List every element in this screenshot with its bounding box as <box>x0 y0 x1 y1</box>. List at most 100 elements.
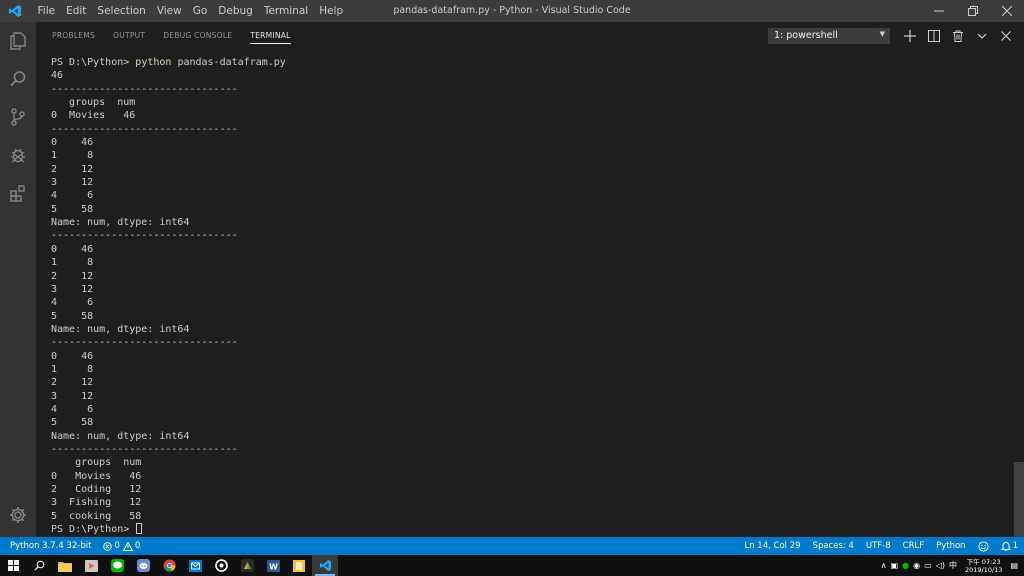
action-center-icon[interactable]: ▤ <box>1010 561 1018 570</box>
search-button[interactable] <box>0 60 36 98</box>
terminal-line: 2 12 <box>51 377 94 389</box>
python-interpreter[interactable]: Python 3.7.4 32-bit <box>10 541 91 551</box>
taskbar-vscode[interactable] <box>312 555 338 576</box>
mail-icon <box>188 559 202 572</box>
encoding[interactable]: UTF-8 <box>866 541 891 551</box>
debug-icon <box>11 148 25 163</box>
clock-time: 下午 07:23 <box>966 557 1001 566</box>
chrome-icon <box>162 559 176 572</box>
menu-bar: File Edit Selection View Go Debug Termin… <box>32 0 349 22</box>
taskbar-mail[interactable] <box>182 555 208 576</box>
menu-terminal[interactable]: Terminal <box>258 0 313 22</box>
manage-settings-button[interactable] <box>0 497 36 533</box>
problems-summary[interactable]: 0 0 <box>103 541 140 551</box>
volume-icon[interactable]: ◁) <box>936 561 945 570</box>
tab-problems[interactable]: PROBLEMS <box>52 22 95 49</box>
source-control-button[interactable] <box>0 98 36 136</box>
menu-file[interactable]: File <box>32 0 61 22</box>
minimize-button[interactable] <box>922 0 956 22</box>
split-terminal-button[interactable] <box>922 26 946 46</box>
terminal-line: 2 12 <box>51 163 94 175</box>
terminal-line: 3 12 <box>51 390 94 402</box>
taskbar-file-explorer[interactable] <box>52 555 78 576</box>
terminal-final-prompt-line: PS D:\Python> <box>51 523 1001 536</box>
chevron-up-icon[interactable]: ∧ <box>881 561 887 570</box>
tab-debug-console[interactable]: DEBUG CONSOLE <box>163 22 232 49</box>
notifications-button[interactable]: 1 <box>1000 541 1018 551</box>
terminal-line: groups num <box>51 97 136 109</box>
taskbar-line-app[interactable] <box>104 555 130 576</box>
word-icon: W <box>266 559 280 572</box>
line-chat-icon <box>110 559 124 572</box>
menu-selection[interactable]: Selection <box>92 0 151 22</box>
terminal-line: 0 46 <box>51 137 94 149</box>
tray-app-icon[interactable]: ▣ <box>891 561 899 570</box>
terminal-line: 5 58 <box>51 417 94 429</box>
windows-logo-icon <box>7 560 19 571</box>
kill-terminal-button[interactable] <box>946 26 970 46</box>
menu-edit[interactable]: Edit <box>61 0 92 22</box>
warning-count: 0 <box>134 541 141 551</box>
tab-terminal[interactable]: TERMINAL <box>250 22 291 49</box>
split-icon <box>928 29 940 42</box>
activity-bar <box>0 22 36 537</box>
trash-icon <box>953 30 963 42</box>
new-terminal-button[interactable] <box>898 26 922 46</box>
terminal-scrollbar[interactable] <box>1014 462 1024 537</box>
source-control-icon <box>11 108 25 126</box>
explorer-button[interactable] <box>0 22 36 60</box>
close-window-button[interactable] <box>990 0 1024 22</box>
taskbar-search-button[interactable] <box>26 555 52 576</box>
start-button[interactable] <box>0 555 26 576</box>
menu-debug[interactable]: Debug <box>213 0 259 22</box>
terminal-output[interactable]: PS D:\Python> python pandas-datafram.py … <box>51 56 1001 536</box>
terminal-command: python <box>135 57 172 68</box>
terminal-prompt: PS D:\Python> <box>51 57 136 68</box>
error-icon <box>103 541 113 551</box>
terminal-select[interactable]: 1: powershell ▼ <box>768 27 890 44</box>
taskbar-chrome[interactable] <box>156 555 182 576</box>
cursor-position[interactable]: Ln 14, Col 29 <box>744 541 800 551</box>
extensions-button[interactable] <box>0 174 36 212</box>
feedback-button[interactable] <box>978 540 989 552</box>
terminal-line: 2 12 <box>51 270 94 282</box>
terminal-line: ------------------------------- <box>51 443 238 455</box>
svg-text:W: W <box>269 562 278 571</box>
terminal-final-prompt: PS D:\Python> <box>51 524 136 536</box>
taskbar-media-player[interactable] <box>78 555 104 576</box>
close-panel-button[interactable] <box>994 26 1018 46</box>
menu-help[interactable]: Help <box>314 0 349 22</box>
system-clock[interactable]: 下午 07:23 2019/10/13 <box>965 558 1002 574</box>
vscode-icon <box>319 559 331 572</box>
debug-button[interactable] <box>0 136 36 174</box>
input-method-icon[interactable]: 中 <box>949 560 957 571</box>
menu-view[interactable]: View <box>151 0 187 22</box>
window-controls <box>922 0 1024 22</box>
folder-icon <box>58 561 72 572</box>
terminal-line: 0 Movies 46 <box>51 110 136 122</box>
terminal-line: Name: num, dtype: int64 <box>51 430 190 442</box>
terminal-line: 5 58 <box>51 310 94 322</box>
taskbar-sticky-notes[interactable] <box>286 555 312 576</box>
indentation[interactable]: Spaces: 4 <box>813 541 854 551</box>
tray-line-icon[interactable]: ● <box>902 561 909 570</box>
notification-count: 1 <box>1012 541 1018 551</box>
menu-go[interactable]: Go <box>187 0 213 22</box>
taskbar-git-app[interactable] <box>234 555 260 576</box>
taskbar-app-circle[interactable] <box>208 555 234 576</box>
terminal-line: 3 12 <box>51 177 94 189</box>
restore-button[interactable] <box>956 0 990 22</box>
terminal-cursor <box>136 523 143 535</box>
terminal-line: ------------------------------- <box>51 83 238 95</box>
maximize-panel-button[interactable] <box>970 26 994 46</box>
language-mode[interactable]: Python <box>936 541 965 551</box>
terminal-line: 2 Coding 12 <box>51 484 142 495</box>
terminal-line: 4 6 <box>51 190 94 202</box>
network-icon[interactable]: ▭ <box>924 561 932 570</box>
tray-status-icon[interactable]: ◉ <box>913 561 920 570</box>
git-icon <box>240 559 254 572</box>
taskbar-word[interactable]: W <box>260 555 286 576</box>
taskbar-discord[interactable] <box>130 555 156 576</box>
end-of-line[interactable]: CRLF <box>903 541 924 551</box>
tab-output[interactable]: OUTPUT <box>113 22 145 49</box>
